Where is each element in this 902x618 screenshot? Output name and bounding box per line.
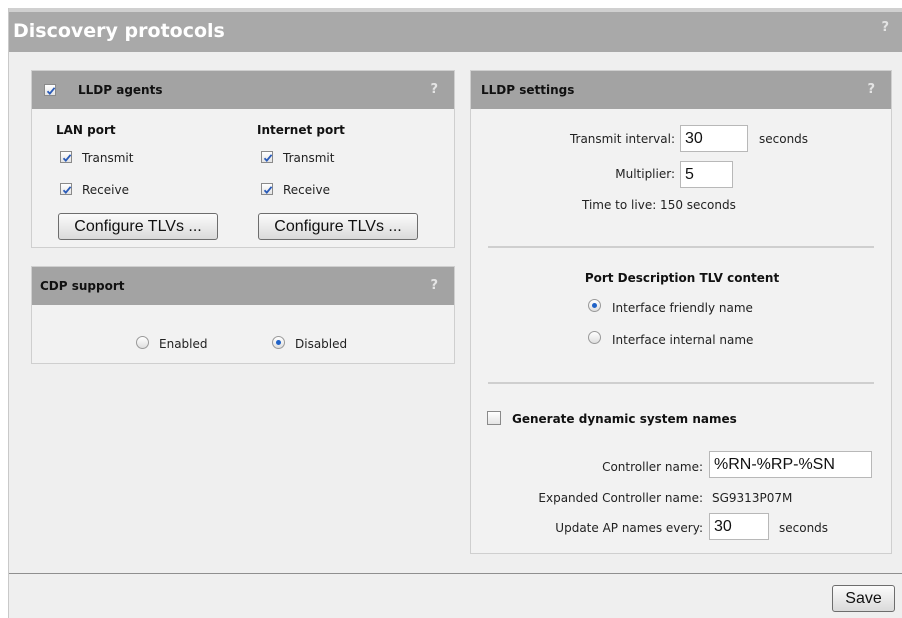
page-help-icon[interactable]: ? xyxy=(881,20,889,35)
lan-transmit-label: Transmit xyxy=(82,151,134,165)
controller-name-label: Controller name: xyxy=(602,460,703,474)
multiplier-input[interactable]: 5 xyxy=(680,161,733,188)
lan-receive-label: Receive xyxy=(82,183,129,197)
check-mark-icon xyxy=(62,186,72,194)
generate-names-label: Generate dynamic system names xyxy=(512,412,737,426)
cdp-enabled-radio[interactable] xyxy=(136,336,149,349)
internet-port-heading: Internet port xyxy=(257,123,345,137)
cdp-enabled-label: Enabled xyxy=(159,337,208,351)
expanded-controller-label: Expanded Controller name: xyxy=(538,491,703,505)
check-mark-icon xyxy=(62,154,72,162)
cdp-support-panel: CDP support ? Enabled Disabled xyxy=(31,266,455,364)
transmit-interval-label: Transmit interval: xyxy=(569,132,675,146)
time-to-live-text: Time to live: 150 seconds xyxy=(582,198,736,212)
check-mark-icon xyxy=(263,154,273,162)
page-title-bar: Discovery protocols ? xyxy=(9,8,902,52)
cdp-disabled-label: Disabled xyxy=(295,337,348,351)
lan-receive-checkbox[interactable] xyxy=(60,183,72,195)
cdp-support-header: CDP support ? xyxy=(32,267,454,305)
lldp-agents-header: LLDP agents ? xyxy=(32,71,454,109)
lan-configure-tlvs-button[interactable]: Configure TLVs ... xyxy=(58,213,218,240)
cdp-support-title: CDP support xyxy=(40,279,125,293)
port-description-heading: Port Description TLV content xyxy=(584,271,780,285)
lldp-agents-title: LLDP agents xyxy=(78,83,163,97)
internet-receive-label: Receive xyxy=(283,183,330,197)
friendly-name-label: Interface friendly name xyxy=(612,301,753,315)
internal-name-radio[interactable] xyxy=(588,331,601,344)
check-mark-icon xyxy=(263,186,273,194)
internet-configure-tlvs-button[interactable]: Configure TLVs ... xyxy=(258,213,418,240)
internet-receive-checkbox[interactable] xyxy=(261,183,273,195)
lan-port-heading: LAN port xyxy=(56,123,116,137)
lldp-settings-panel: LLDP settings ? Transmit interval: 30 se… xyxy=(470,70,892,554)
internal-name-label: Interface internal name xyxy=(612,333,754,347)
cdp-support-help-icon[interactable]: ? xyxy=(430,278,438,293)
discovery-protocols-page: Discovery protocols ? LLDP agents ? LAN … xyxy=(8,8,902,618)
update-ap-names-label: Update AP names every: xyxy=(555,521,703,535)
lldp-settings-help-icon[interactable]: ? xyxy=(867,82,875,97)
lldp-agents-help-icon[interactable]: ? xyxy=(430,82,438,97)
divider xyxy=(488,246,874,248)
lldp-agents-panel: LLDP agents ? LAN port Internet port Tra… xyxy=(31,70,455,248)
footer-divider xyxy=(9,573,902,574)
transmit-interval-unit: seconds xyxy=(759,132,809,146)
update-ap-names-input[interactable]: 30 xyxy=(709,513,769,540)
lldp-settings-header: LLDP settings ? xyxy=(471,71,891,109)
divider xyxy=(488,382,874,384)
internet-transmit-checkbox[interactable] xyxy=(261,151,273,163)
multiplier-label: Multiplier: xyxy=(615,167,675,181)
transmit-interval-input[interactable]: 30 xyxy=(680,125,748,152)
generate-names-checkbox[interactable] xyxy=(487,411,501,425)
cdp-disabled-radio[interactable] xyxy=(272,336,285,349)
expanded-controller-value: SG9313P07M xyxy=(712,491,793,505)
page-title: Discovery protocols xyxy=(13,20,225,42)
lldp-settings-title: LLDP settings xyxy=(481,83,575,97)
internet-transmit-label: Transmit xyxy=(283,151,335,165)
friendly-name-radio[interactable] xyxy=(588,299,601,312)
check-mark-icon xyxy=(46,87,56,95)
update-ap-names-unit: seconds xyxy=(779,521,829,535)
lan-transmit-checkbox[interactable] xyxy=(60,151,72,163)
save-button[interactable]: Save xyxy=(832,585,895,612)
lldp-agents-checkbox[interactable] xyxy=(44,84,56,96)
controller-name-input[interactable]: %RN-%RP-%SN xyxy=(709,451,872,478)
